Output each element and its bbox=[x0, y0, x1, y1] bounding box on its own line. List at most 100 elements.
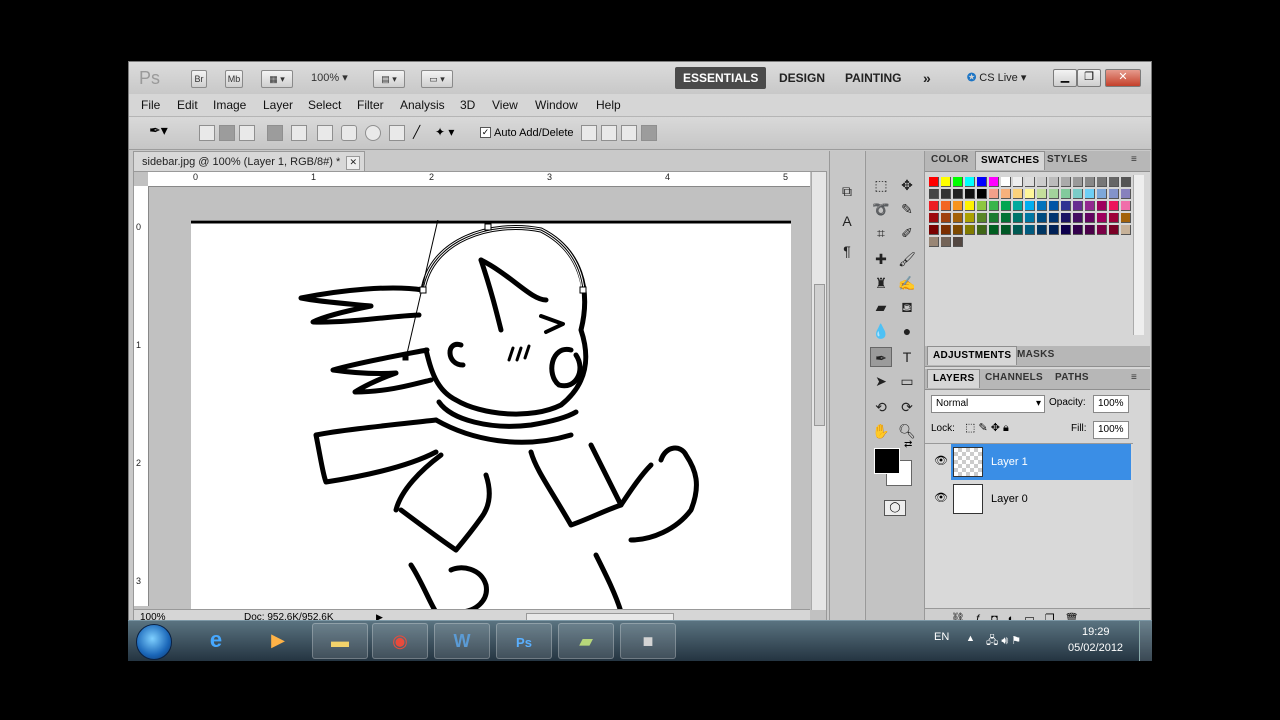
color-swatch[interactable] bbox=[989, 225, 999, 235]
menu-window[interactable]: Window bbox=[535, 98, 578, 112]
tab-color[interactable]: COLOR bbox=[931, 154, 969, 165]
rectangle-tool-icon[interactable]: ▭ bbox=[896, 371, 918, 391]
color-swatch[interactable] bbox=[941, 177, 951, 187]
color-swatch[interactable] bbox=[1001, 177, 1011, 187]
close-document-icon[interactable]: ✕ bbox=[346, 156, 361, 170]
mini-bridge-button[interactable]: Mb bbox=[225, 70, 243, 88]
eraser-tool-icon[interactable]: ▰ bbox=[870, 297, 892, 317]
color-swatch[interactable] bbox=[1109, 189, 1119, 199]
restore-button[interactable]: ❐ bbox=[1077, 69, 1101, 87]
vertical-scroll-thumb[interactable] bbox=[814, 284, 825, 426]
color-swatch[interactable] bbox=[1073, 189, 1083, 199]
fill-pixels-button[interactable] bbox=[239, 125, 255, 141]
color-swatch[interactable] bbox=[965, 177, 975, 187]
color-swatch[interactable] bbox=[1073, 225, 1083, 235]
color-swatch[interactable] bbox=[1025, 213, 1035, 223]
color-swatch[interactable] bbox=[1073, 177, 1083, 187]
color-swatch[interactable] bbox=[929, 189, 939, 199]
hand-tool-icon[interactable]: ✋ bbox=[870, 421, 892, 441]
color-swatch[interactable] bbox=[989, 189, 999, 199]
menu-analysis[interactable]: Analysis bbox=[400, 98, 445, 112]
color-swatch[interactable] bbox=[1073, 201, 1083, 211]
layer-visibility-icon[interactable]: 👁 bbox=[933, 491, 949, 507]
brush-tool-icon[interactable]: 🖌 bbox=[896, 249, 918, 269]
tab-swatches[interactable]: SWATCHES bbox=[975, 151, 1046, 170]
color-swatch[interactable] bbox=[1037, 213, 1047, 223]
pen-tool-button[interactable] bbox=[267, 125, 283, 141]
color-swatch[interactable] bbox=[1109, 213, 1119, 223]
tab-paths[interactable]: PATHS bbox=[1055, 372, 1089, 383]
color-swatch[interactable] bbox=[1097, 213, 1107, 223]
blur-tool-icon[interactable]: 💧 bbox=[870, 321, 892, 341]
path-exclude-button[interactable] bbox=[641, 125, 657, 141]
color-swatch[interactable] bbox=[1061, 189, 1071, 199]
color-swatch[interactable] bbox=[1013, 177, 1023, 187]
layer-visibility-icon[interactable]: 👁 bbox=[933, 454, 949, 470]
color-swatch[interactable] bbox=[1001, 201, 1011, 211]
color-swatch[interactable] bbox=[1121, 201, 1131, 211]
close-button[interactable]: ✕ bbox=[1105, 69, 1141, 87]
menu-layer[interactable]: Layer bbox=[263, 98, 293, 112]
camera-app-icon[interactable]: ■ bbox=[620, 623, 676, 659]
rounded-rectangle-button[interactable] bbox=[341, 125, 357, 141]
color-swatch[interactable] bbox=[989, 177, 999, 187]
color-swatch[interactable] bbox=[1109, 201, 1119, 211]
history-brush-icon[interactable]: ✍ bbox=[896, 273, 918, 293]
color-swatch[interactable] bbox=[953, 213, 963, 223]
clock-date[interactable]: 05/02/2012 bbox=[1068, 642, 1123, 654]
polygon-button[interactable] bbox=[389, 125, 405, 141]
color-swatch[interactable] bbox=[989, 213, 999, 223]
color-swatch[interactable] bbox=[941, 213, 951, 223]
fill-input[interactable]: 100% bbox=[1093, 421, 1129, 439]
word-icon[interactable]: W bbox=[434, 623, 490, 659]
color-swatch[interactable] bbox=[965, 201, 975, 211]
explorer-icon[interactable]: ▬ bbox=[312, 623, 368, 659]
minimize-button[interactable]: ▁ bbox=[1053, 69, 1077, 87]
opacity-input[interactable]: 100% bbox=[1093, 395, 1129, 413]
color-swatch[interactable] bbox=[1097, 189, 1107, 199]
crop-tool-icon[interactable]: ⌗ bbox=[870, 223, 892, 243]
color-swatch[interactable] bbox=[953, 189, 963, 199]
marquee-tool-icon[interactable]: ⬚ bbox=[870, 175, 892, 195]
path-selection-icon[interactable]: ➤ bbox=[870, 371, 892, 391]
tab-channels[interactable]: CHANNELS bbox=[985, 372, 1043, 383]
color-swatch[interactable] bbox=[977, 213, 987, 223]
swap-colors-icon[interactable]: ⇄ bbox=[904, 439, 912, 450]
line-icon[interactable]: ╱ bbox=[413, 125, 429, 141]
color-swatch[interactable] bbox=[953, 225, 963, 235]
bridge-button[interactable]: Br bbox=[191, 70, 207, 88]
color-swatch[interactable] bbox=[929, 177, 939, 187]
tab-styles[interactable]: STYLES bbox=[1047, 154, 1088, 165]
color-swatch[interactable] bbox=[1097, 201, 1107, 211]
arrange-documents-button[interactable]: ▤ ▾ bbox=[373, 70, 405, 88]
color-swatch[interactable] bbox=[1049, 201, 1059, 211]
internet-explorer-icon[interactable]: e bbox=[188, 623, 244, 659]
color-swatch[interactable] bbox=[941, 201, 951, 211]
color-swatch[interactable] bbox=[1073, 213, 1083, 223]
color-swatch[interactable] bbox=[977, 225, 987, 235]
quick-selection-icon[interactable]: ✎ bbox=[896, 199, 918, 219]
ellipse-button[interactable] bbox=[365, 125, 381, 141]
tab-adjustments[interactable]: ADJUSTMENTS bbox=[927, 346, 1018, 365]
lasso-tool-icon[interactable]: ➰ bbox=[870, 199, 892, 219]
color-swatch[interactable] bbox=[1121, 177, 1131, 187]
rectangle-shape-button[interactable] bbox=[317, 125, 333, 141]
menu-view[interactable]: View bbox=[492, 98, 518, 112]
color-swatch[interactable] bbox=[965, 189, 975, 199]
color-swatch[interactable] bbox=[953, 237, 963, 247]
color-swatch[interactable] bbox=[1085, 225, 1095, 235]
clock-time[interactable]: 19:29 bbox=[1082, 626, 1110, 638]
clone-stamp-icon[interactable]: ♜ bbox=[870, 273, 892, 293]
custom-shape-icon[interactable]: ✦ ▾ bbox=[435, 125, 465, 141]
color-swatch[interactable] bbox=[977, 189, 987, 199]
color-swatch[interactable] bbox=[1025, 201, 1035, 211]
system-tray-icons[interactable]: 🖧 🔊︎ ⚑ bbox=[986, 632, 1021, 651]
color-swatch[interactable] bbox=[1001, 189, 1011, 199]
show-hidden-icons[interactable]: ▲ bbox=[966, 633, 975, 643]
tab-layers[interactable]: LAYERS bbox=[927, 369, 981, 388]
color-swatch[interactable] bbox=[1061, 213, 1071, 223]
color-swatch[interactable] bbox=[1061, 201, 1071, 211]
color-swatch[interactable] bbox=[1085, 189, 1095, 199]
3d-rotate-icon[interactable]: ⟲ bbox=[870, 397, 892, 417]
menu-file[interactable]: File bbox=[141, 98, 160, 112]
